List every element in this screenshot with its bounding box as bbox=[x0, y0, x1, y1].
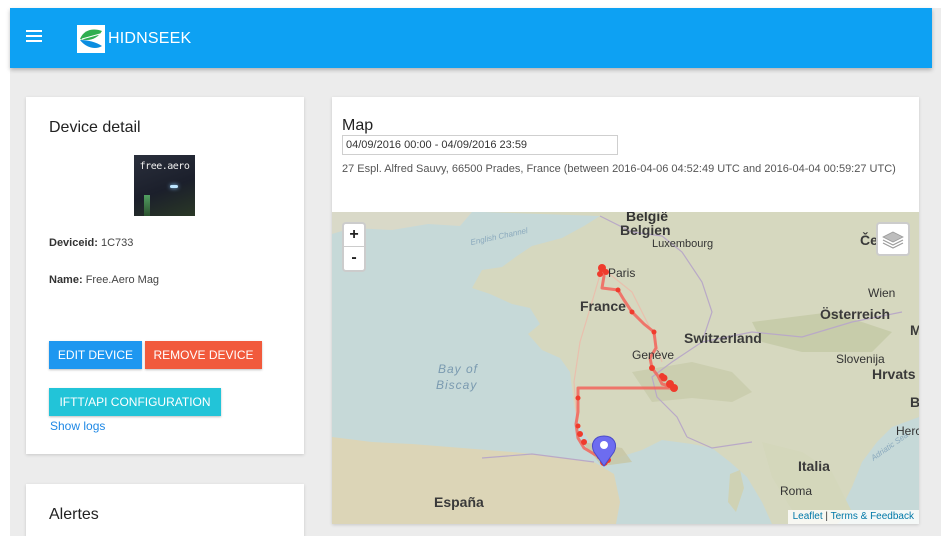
map-attribution: Leaflet | Terms & Feedback bbox=[787, 510, 919, 524]
map-tiles bbox=[332, 212, 919, 524]
device-name-label: Name: bbox=[49, 274, 83, 286]
map-label-osterreich: Österreich bbox=[820, 306, 891, 322]
device-image-aurora bbox=[144, 195, 150, 216]
map-label-her: Herc bbox=[896, 424, 919, 438]
map-view[interactable]: België Belgien Luxembourg English Channe… bbox=[332, 212, 919, 524]
attribution-separator: | bbox=[822, 511, 831, 522]
map-label-hrvats: Hrvats bbox=[872, 366, 916, 382]
map-label-biscay: Biscay bbox=[436, 378, 478, 392]
alerts-card: Alertes bbox=[26, 484, 304, 536]
map-address: 27 Espl. Alfred Sauvy, 66500 Prades, Fra… bbox=[342, 163, 896, 175]
app-bar: HIDNSEEK bbox=[10, 8, 932, 68]
layers-icon[interactable] bbox=[876, 222, 910, 256]
device-image-glow bbox=[170, 185, 178, 188]
device-detail-title: Device detail bbox=[49, 119, 141, 136]
remove-device-button[interactable]: REMOVE DEVICE bbox=[145, 341, 262, 369]
device-name-field: Name: Free.Aero Mag bbox=[49, 274, 159, 286]
alerts-title: Alertes bbox=[49, 506, 99, 523]
zoom-out-button[interactable]: - bbox=[344, 247, 364, 270]
map-card: Map 27 Espl. Alfred Sauvy, 66500 Prades,… bbox=[332, 97, 919, 524]
device-detail-card: Device detail free.aero Deviceid: 1C733 … bbox=[26, 97, 304, 454]
zoom-in-button[interactable]: + bbox=[344, 224, 364, 247]
hidnseek-logo-icon bbox=[76, 24, 106, 54]
map-label-paris: Paris bbox=[608, 266, 636, 280]
map-label-luxembourg: Luxembourg bbox=[652, 238, 714, 250]
map-label-switzerland: Switzerland bbox=[684, 330, 762, 346]
map-label-slovenija: Slovenija bbox=[836, 352, 885, 366]
device-image-text: free.aero bbox=[139, 161, 190, 172]
edit-device-button[interactable]: EDIT DEVICE bbox=[49, 341, 142, 369]
map-label-wien: Wien bbox=[868, 286, 896, 300]
ifttt-config-button[interactable]: IFTT/API CONFIGURATION bbox=[49, 388, 221, 416]
window-frame-top bbox=[0, 0, 941, 8]
map-label-espana: España bbox=[434, 494, 484, 510]
show-logs-link[interactable]: Show logs bbox=[50, 419, 105, 433]
zoom-control: + - bbox=[342, 222, 366, 272]
map-label-m: M bbox=[910, 322, 919, 338]
date-range-input[interactable] bbox=[342, 135, 618, 155]
map-label-b: B bbox=[910, 394, 919, 410]
leaflet-link[interactable]: Leaflet bbox=[793, 511, 823, 522]
terms-feedback-link[interactable]: Terms & Feedback bbox=[831, 511, 914, 522]
map-label-bay: Bay of bbox=[438, 362, 479, 376]
map-label-italia: Italia bbox=[798, 458, 830, 474]
device-id-value: 1C733 bbox=[100, 237, 134, 249]
device-name-value: Free.Aero Mag bbox=[85, 274, 160, 286]
device-id-label: Deviceid: bbox=[49, 237, 98, 249]
window-frame-left bbox=[0, 0, 10, 536]
map-title: Map bbox=[342, 117, 374, 134]
device-id-field: Deviceid: 1C733 bbox=[49, 237, 133, 249]
menu-icon[interactable] bbox=[24, 26, 46, 48]
device-image: free.aero bbox=[134, 155, 195, 216]
map-label-geneve: Genève bbox=[632, 348, 675, 362]
map-label-france: France bbox=[580, 298, 626, 314]
app-brand[interactable]: HIDNSEEK bbox=[108, 30, 191, 48]
map-label-belgien: Belgien bbox=[620, 222, 671, 238]
map-label-roma: Roma bbox=[780, 484, 813, 498]
